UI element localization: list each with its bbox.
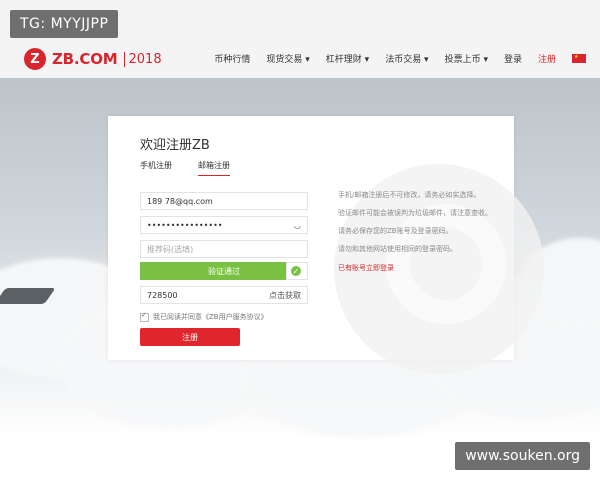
register-panel: 欢迎注册ZB 手机注册 邮箱注册 189 78@qq.com •••••••••…: [108, 116, 544, 374]
nav-fiat[interactable]: 法币交易 ▾: [385, 52, 428, 65]
note-line: 请勿和其他网站使用相同的登录密码。: [338, 245, 457, 253]
eye-icon[interactable]: ◡: [294, 221, 301, 230]
agreement-checkbox[interactable]: [140, 311, 149, 322]
watermark-bottom: www.souken.org: [455, 442, 590, 470]
email-value: 189 78@qq.com: [147, 196, 213, 206]
register-notes: 手机/邮箱注册后不可修改，请务必如实选择。 验证邮件可能会被误判为垃圾邮件，请注…: [338, 188, 498, 279]
logo[interactable]: Z ZB.COM 2018: [24, 48, 162, 70]
nav-vote[interactable]: 投票上币 ▾: [445, 52, 488, 65]
password-value: ••••••••••••••••: [147, 220, 223, 230]
email-field[interactable]: 189 78@qq.com: [140, 192, 308, 210]
email-code-field[interactable]: 728500 点击获取: [140, 286, 308, 304]
nav-login[interactable]: 登录: [504, 52, 522, 65]
tab-email[interactable]: 邮箱注册: [198, 160, 230, 176]
referral-placeholder: 推荐码(选填): [147, 244, 194, 254]
zb-logo-icon: Z: [24, 48, 46, 70]
logo-year: 2018: [123, 51, 162, 67]
password-field[interactable]: •••••••••••••••• ◡: [140, 216, 308, 234]
main-nav: 币种行情 现货交易 ▾ 杠杆理财 ▾ 法币交易 ▾ 投票上币 ▾ 登录 注册: [214, 52, 586, 65]
register-tabs: 手机注册 邮箱注册: [140, 160, 230, 176]
get-code-button[interactable]: 点击获取: [269, 290, 301, 301]
note-line: 验证邮件可能会被误判为垃圾邮件，请注意查收。: [338, 209, 492, 217]
china-flag-icon[interactable]: [572, 54, 586, 63]
referral-input[interactable]: 推荐码(选填): [140, 240, 308, 258]
nav-market[interactable]: 币种行情: [214, 52, 250, 65]
login-link[interactable]: 已有账号立即登录: [338, 261, 498, 276]
note-line: 手机/邮箱注册后不可修改，请务必如实选择。: [338, 191, 481, 199]
check-icon: ✓: [289, 264, 303, 278]
page-title: 欢迎注册ZB: [140, 138, 210, 153]
agreement[interactable]: 我已阅读并同意《ZB用户服务协议》: [140, 311, 268, 322]
tab-phone[interactable]: 手机注册: [140, 160, 172, 176]
note-line: 请务必保存您的ZB账号及登录密码。: [338, 227, 453, 235]
nav-margin[interactable]: 杠杆理财 ▾: [326, 52, 369, 65]
nav-register[interactable]: 注册: [538, 52, 556, 65]
logo-text: ZB.COM: [52, 50, 118, 68]
agreement-text: 我已阅读并同意《ZB用户服务协议》: [153, 313, 268, 321]
code-value: 728500: [147, 290, 178, 300]
register-button[interactable]: 注册: [140, 328, 240, 346]
nav-spot[interactable]: 现货交易 ▾: [266, 52, 309, 65]
watermark-top: TG: MYYJJPP: [10, 10, 119, 38]
captcha-slider[interactable]: 验证通过: [140, 262, 308, 280]
